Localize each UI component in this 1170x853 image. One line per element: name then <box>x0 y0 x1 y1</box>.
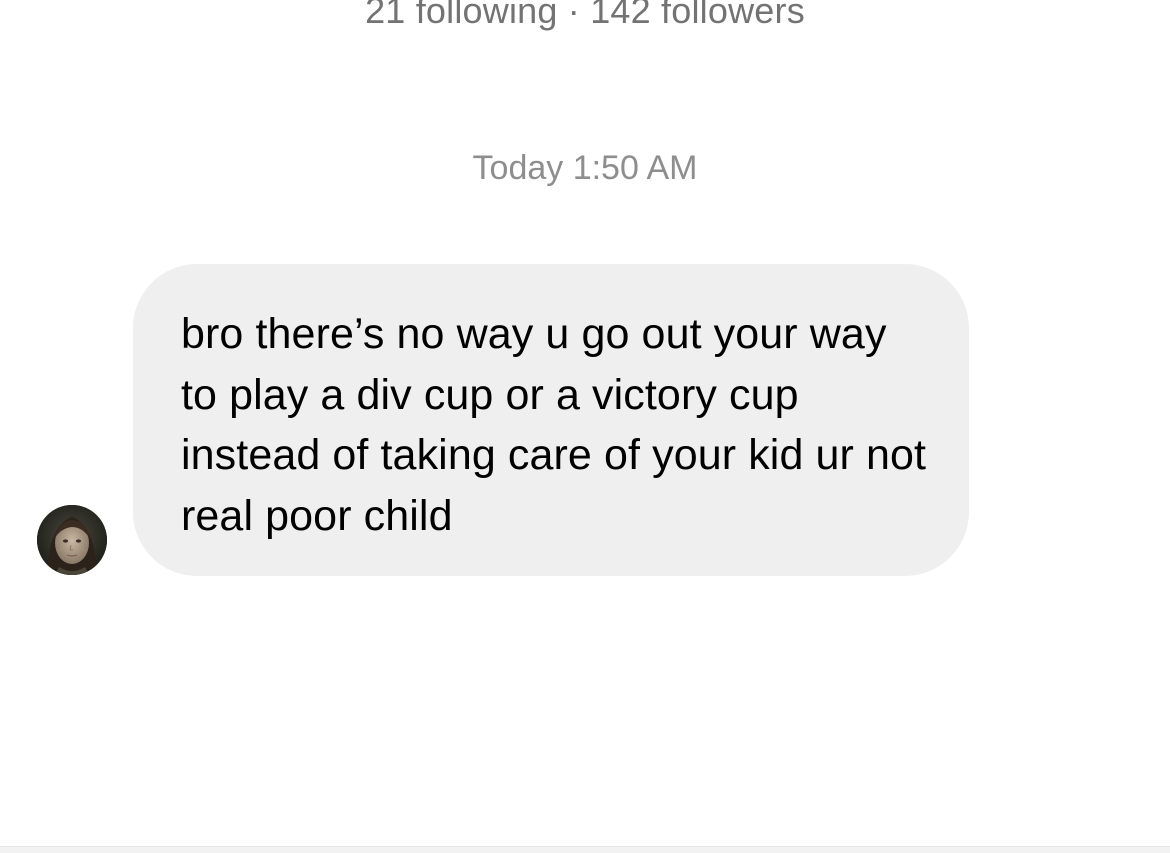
avatar-icon <box>37 505 107 575</box>
message-row-incoming: bro there’s no way u go out your way to … <box>0 264 1170 576</box>
dm-thread-screen: 21 following · 142 followers Today 1:50 … <box>0 0 1170 853</box>
message-text: bro there’s no way u go out your way to … <box>181 310 927 540</box>
sender-avatar[interactable] <box>37 505 107 575</box>
composer-divider <box>0 846 1170 853</box>
message-timestamp: Today 1:50 AM <box>472 149 698 187</box>
message-bubble[interactable]: bro there’s no way u go out your way to … <box>133 264 969 576</box>
profile-follow-stats: 21 following · 142 followers <box>365 0 805 31</box>
